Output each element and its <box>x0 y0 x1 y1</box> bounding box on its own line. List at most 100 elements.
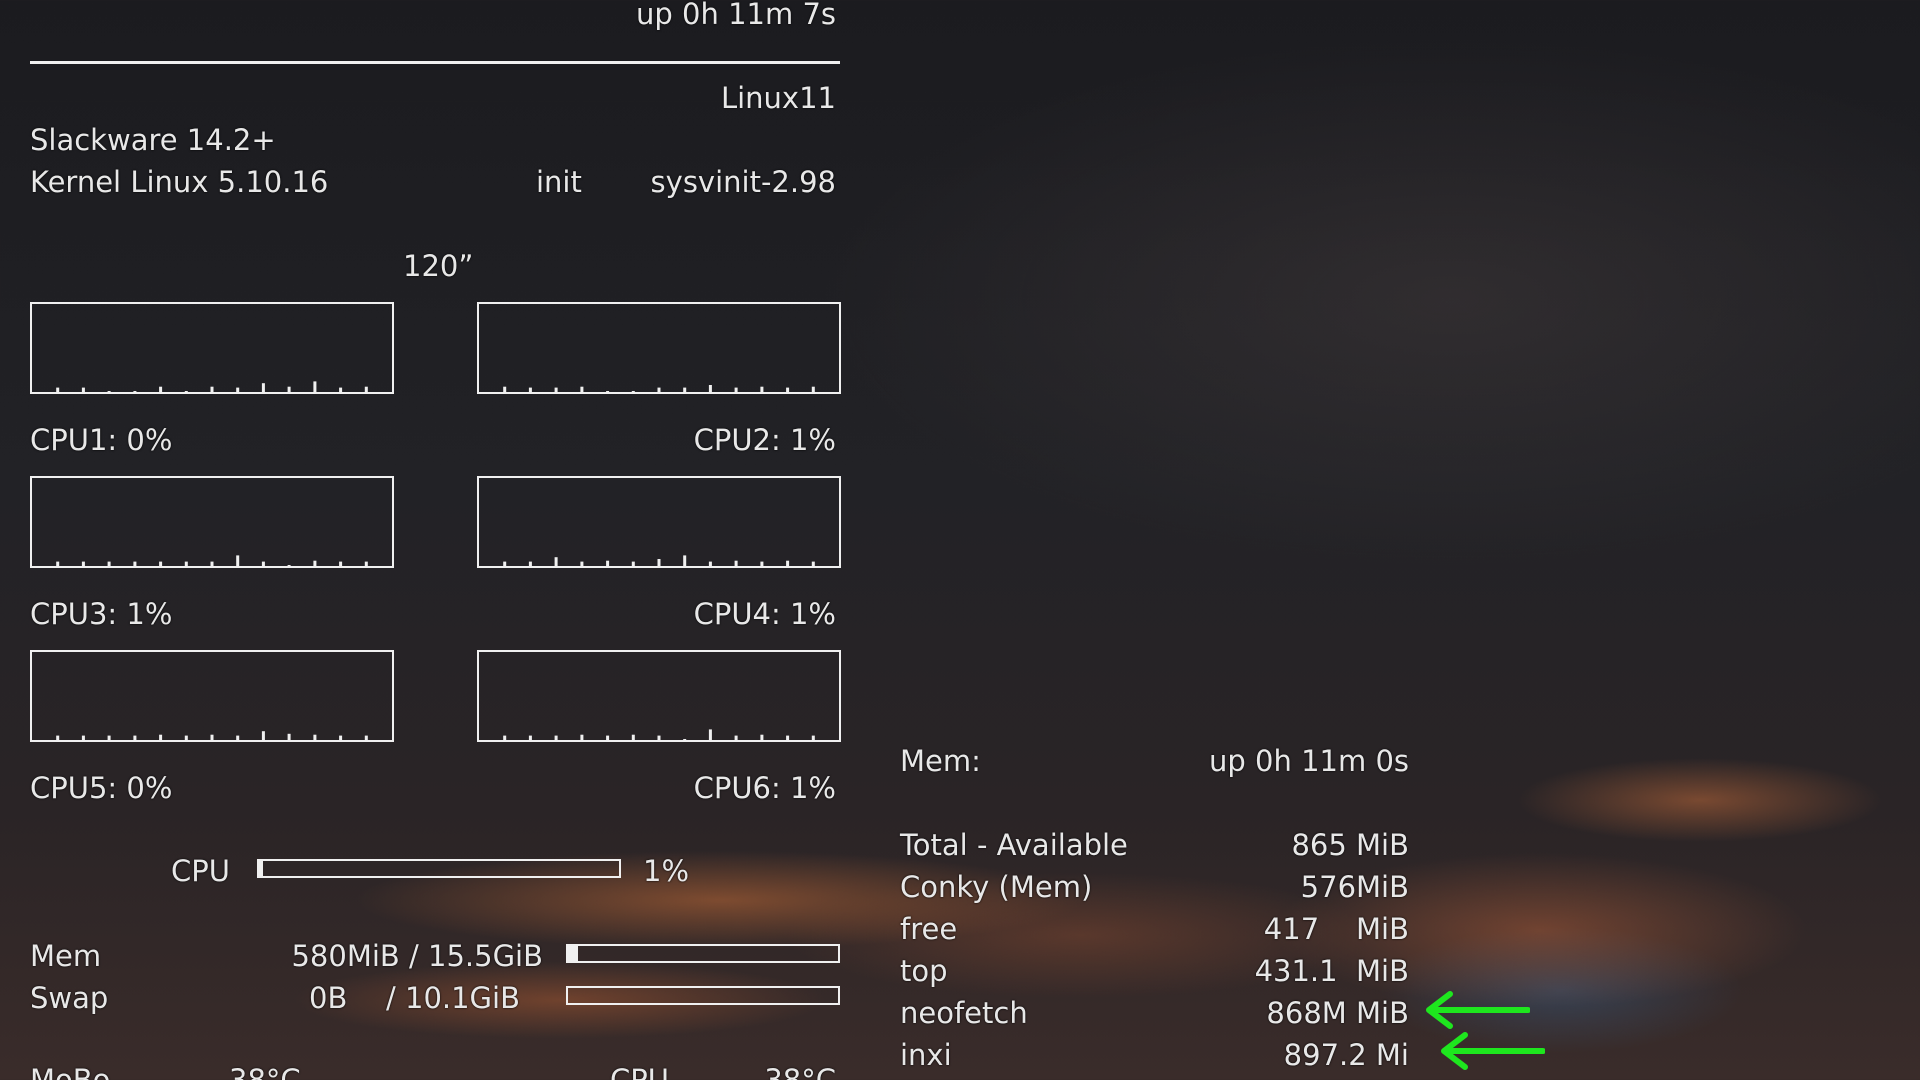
cpu-history-spike <box>580 561 584 566</box>
mem-row-label: inxi <box>900 1038 952 1072</box>
cpu-history-spike <box>184 391 188 392</box>
cpu3-graph-plot <box>56 555 368 566</box>
cpu-history-spike <box>528 735 532 740</box>
cpu-history-spike <box>81 735 85 740</box>
cpu-history-spike <box>811 735 815 740</box>
cpu4-label: CPU4: 1% <box>693 597 836 631</box>
cpu2-label: CPU2: 1% <box>693 423 836 457</box>
cpu-history-spike <box>631 561 635 566</box>
cpu-history-spike <box>159 386 163 392</box>
cpu4-graph <box>477 476 841 568</box>
mem-row-value: 417 MiB <box>1263 912 1409 946</box>
mem-row-label: Conky (Mem) <box>900 870 1093 904</box>
cpu-history-spike <box>236 555 240 566</box>
cpu-history-spike <box>107 735 111 740</box>
init-label: init <box>536 165 582 199</box>
cpu-history-spike <box>580 734 584 740</box>
cpu-total-value: 1% <box>643 854 690 888</box>
cpu-history-spike <box>133 735 137 740</box>
cpu-history-spike <box>184 735 188 740</box>
cpu-total-bar-fill <box>259 861 263 876</box>
cpu-history-spike <box>56 387 60 392</box>
cpu-history-spike <box>107 391 111 392</box>
left-arrow-icon <box>1441 1032 1545 1070</box>
cpu1-graph <box>30 302 394 394</box>
cpu-history-spike <box>554 735 558 740</box>
cpu-history-spike <box>554 557 558 566</box>
mem-bar <box>566 944 840 963</box>
cpu-history-spike <box>657 387 661 392</box>
mobo-temp-label: MoBo <box>30 1063 111 1080</box>
cpu-temp-value: 38°C <box>764 1063 836 1080</box>
cpu-history-spike <box>339 387 343 392</box>
cpu-history-spike <box>364 735 368 740</box>
cpu-history-spike <box>683 555 687 566</box>
cpu-history-spike <box>786 560 790 566</box>
cpu2-graph <box>477 302 841 394</box>
mem-row-label: Total - Available <box>900 828 1128 862</box>
cpu3-graph <box>30 476 394 568</box>
mem-row-value: 431.1 MiB <box>1254 954 1409 988</box>
cpu-history-spike <box>287 565 291 566</box>
cpu-history-spike <box>734 735 738 740</box>
cpu-history-spike <box>683 387 687 392</box>
mem-value: 580MiB / 15.5GiB <box>291 939 543 973</box>
cpu-history-spike <box>606 560 610 566</box>
cpu-history-spike <box>159 561 163 566</box>
mem-panel-uptime: up 0h 11m 0s <box>1209 744 1409 778</box>
mem-row-value: 868M MiB <box>1266 996 1409 1030</box>
cpu3-label: CPU3: 1% <box>30 597 173 631</box>
cpu-history-spike <box>528 387 532 392</box>
mem-panel-title: Mem: <box>900 744 981 778</box>
cpu-history-spike <box>159 734 163 740</box>
mem-row-value: 897.2 Mi <box>1283 1038 1409 1072</box>
swap-label: Swap <box>30 981 109 1015</box>
cpu-history-spike <box>81 561 85 566</box>
cpu-history-spike <box>236 735 240 740</box>
cpu6-graph-plot <box>503 729 815 740</box>
kernel-version: Kernel Linux 5.10.16 <box>30 165 329 199</box>
cpu-history-spike <box>760 386 764 392</box>
cpu-history-spike <box>811 386 815 392</box>
cpu-history-spike <box>313 560 317 566</box>
cpu-history-spike <box>786 735 790 740</box>
cpu-history-spike <box>786 387 790 392</box>
hostname: Linux11 <box>720 81 836 115</box>
cpu-history-spike <box>287 733 291 740</box>
left-arrow-icon <box>1426 991 1530 1029</box>
cpu-history-spike <box>261 731 265 740</box>
mem-bar-fill <box>568 946 578 961</box>
cpu-history-spike <box>811 561 815 566</box>
cpu-history-spike <box>107 561 111 566</box>
cpu-history-spike <box>503 735 507 740</box>
cpu-history-spike <box>313 734 317 740</box>
mem-row-value: 576MiB <box>1300 870 1409 904</box>
mem-row-value: 865 MiB <box>1291 828 1409 862</box>
cpu-history-spike <box>81 387 85 392</box>
cpu-history-spike <box>503 386 507 392</box>
cpu-history-spike <box>657 735 661 740</box>
cpu-history-spike <box>210 734 214 740</box>
cpu-history-spike <box>56 735 60 740</box>
cpu-history-spike <box>580 386 584 392</box>
swap-bar <box>566 986 840 1005</box>
swap-total: / 10.1GiB <box>386 981 520 1015</box>
cpu6-graph <box>477 650 841 742</box>
cpu-history-spike <box>734 560 738 566</box>
cpu-history-spike <box>554 387 558 392</box>
cpu-history-spike <box>133 561 137 566</box>
header-divider <box>30 61 840 64</box>
cpu-history-spike <box>760 561 764 566</box>
cpu-history-spike <box>606 391 610 392</box>
cpu-history-spike <box>364 561 368 566</box>
cpu-history-spike <box>261 561 265 566</box>
cpu6-label: CPU6: 1% <box>693 771 836 805</box>
cpu-history-spike <box>210 386 214 392</box>
cpu-history-spike <box>606 735 610 740</box>
cpu-temp-label: CPU <box>610 1063 669 1080</box>
cpu-history-spike <box>133 391 137 392</box>
mem-label: Mem <box>30 939 102 973</box>
cpu5-label: CPU5: 0% <box>30 771 173 805</box>
cpu-history-spike <box>56 561 60 566</box>
cpu-history-spike <box>631 391 635 392</box>
